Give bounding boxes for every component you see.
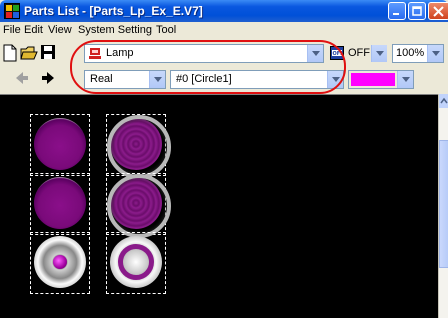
scroll-thumb[interactable] bbox=[439, 140, 448, 268]
part-lamp-3[interactable] bbox=[30, 173, 90, 235]
menu-tool[interactable]: Tool bbox=[156, 24, 176, 36]
color-dropdown-arrow[interactable] bbox=[397, 71, 413, 88]
state-value: OFF bbox=[348, 47, 370, 59]
highlight-annotation bbox=[70, 40, 346, 94]
lamp-flat-purple bbox=[34, 177, 86, 229]
menu-edit[interactable]: Edit bbox=[24, 24, 43, 36]
lamp-flat-purple bbox=[34, 118, 86, 170]
title-bar[interactable]: Parts List - [Parts_Lp_Ex_E.V7] bbox=[0, 0, 448, 22]
part-lamp-2[interactable] bbox=[106, 114, 171, 179]
lamp-dot bbox=[53, 255, 67, 269]
lamp-ring bbox=[118, 244, 154, 280]
forward-arrow-icon[interactable] bbox=[40, 70, 58, 88]
close-button[interactable] bbox=[428, 2, 448, 20]
lamp-metal-ring bbox=[110, 236, 162, 288]
menu-bar: File Edit View System Setting Tool bbox=[0, 22, 448, 40]
part-lamp-4[interactable] bbox=[106, 173, 171, 238]
lamp-metal-dot bbox=[34, 236, 86, 288]
minimize-button[interactable] bbox=[388, 2, 406, 20]
window-title: Parts List - [Parts_Lp_Ex_E.V7] bbox=[24, 4, 203, 18]
part-lamp-6[interactable] bbox=[106, 232, 166, 294]
state-dropdown-arrow[interactable] bbox=[371, 45, 387, 62]
lamp-rings-purple bbox=[107, 174, 171, 238]
menu-view[interactable]: View bbox=[48, 24, 72, 36]
state-select[interactable]: OFF bbox=[346, 44, 388, 63]
new-file-icon[interactable] bbox=[2, 44, 20, 62]
save-icon[interactable] bbox=[40, 44, 58, 62]
lamp-rings-purple bbox=[107, 115, 171, 179]
part-lamp-5[interactable] bbox=[30, 232, 90, 294]
back-arrow-icon[interactable] bbox=[14, 70, 32, 88]
maximize-button[interactable] bbox=[408, 2, 426, 20]
parts-list-window: Parts List - [Parts_Lp_Ex_E.V7] File Edi… bbox=[0, 0, 448, 318]
parts-canvas[interactable] bbox=[0, 94, 438, 318]
vertical-scrollbar[interactable] bbox=[438, 94, 448, 318]
part-lamp-1[interactable] bbox=[30, 114, 90, 176]
zoom-select[interactable]: 100% bbox=[392, 44, 444, 63]
menu-system-setting[interactable]: System Setting bbox=[78, 24, 152, 36]
app-icon[interactable] bbox=[4, 3, 20, 19]
menu-file[interactable]: File bbox=[3, 24, 21, 36]
open-folder-icon[interactable] bbox=[20, 44, 38, 62]
zoom-dropdown-arrow[interactable] bbox=[427, 45, 443, 62]
color-swatch bbox=[351, 73, 395, 86]
scroll-up-button[interactable] bbox=[439, 94, 448, 108]
zoom-value: 100% bbox=[396, 47, 425, 59]
color-select[interactable] bbox=[348, 70, 414, 89]
